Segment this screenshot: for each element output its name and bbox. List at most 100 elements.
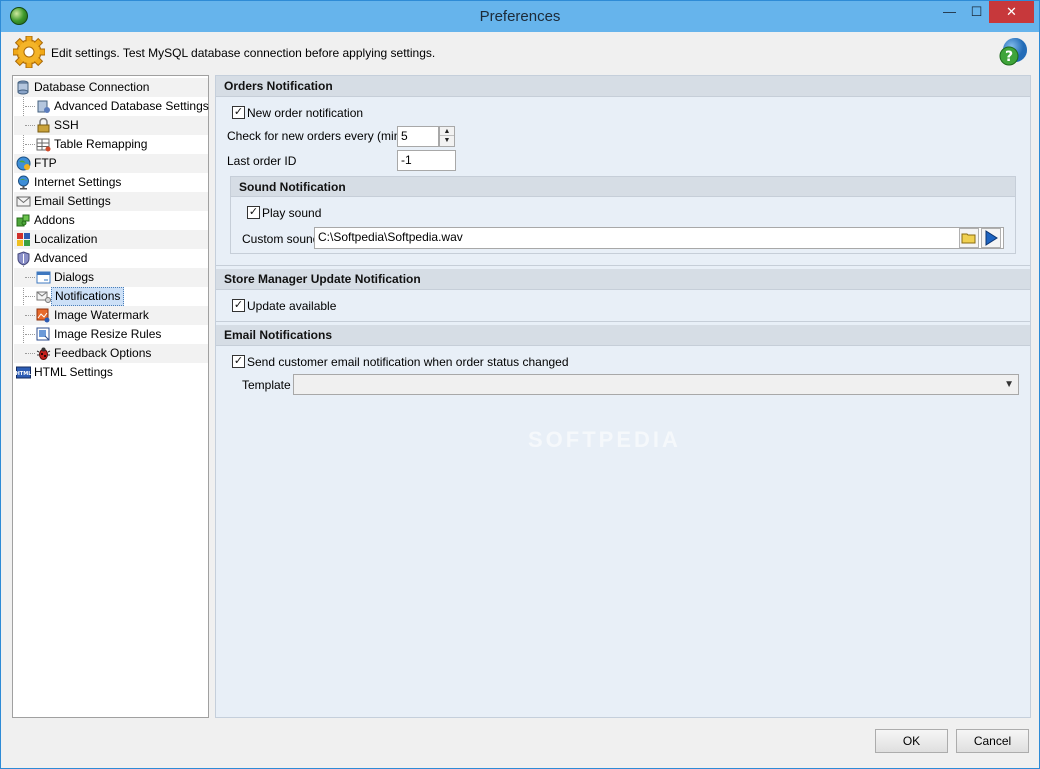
ok-button[interactable]: OK [875,729,948,753]
send-email-label: Send customer email notification when or… [247,355,569,369]
tree-item-label: Email Settings [34,194,111,208]
play-sound-button[interactable] [981,228,1001,248]
tree-item-advanced-database-settings[interactable]: Advanced Database Settings [14,97,209,116]
table-icon [36,137,51,152]
check-every-spinner[interactable]: ▲ ▼ [439,126,455,147]
html-icon: HTML [16,365,32,380]
chevron-down-icon: ▼ [1004,379,1014,390]
lock-icon [36,117,51,133]
tree-item-dialogs[interactable]: Dialogs [14,268,208,287]
puzzle-icon [16,213,31,228]
tree-item-label: Localization [34,232,98,246]
watermark: SOFTPEDIA [528,427,681,452]
help-icon[interactable]: ? [997,36,1029,68]
update-available-label: Update available [247,299,337,313]
sound-notification-header: Sound Notification [231,177,1015,197]
title-bar[interactable]: Preferences — ☐ ✕ [1,1,1039,32]
new-order-checkbox[interactable]: ✓ [232,106,245,119]
tree-connector [25,296,35,297]
minimize-button[interactable]: — [936,1,963,23]
ftp-globe-icon [16,156,31,171]
gear-icon [12,35,46,69]
tree-item-ssh[interactable]: SSH [14,116,208,135]
template-select[interactable]: ▼ [293,374,1019,395]
tree-item-addons[interactable]: Addons [14,211,208,230]
email-notifications-header: Email Notifications [216,325,1030,346]
orders-notification-header: Orders Notification [216,76,1030,97]
svg-text:HTML: HTML [16,371,31,377]
tree-item-label: HTML Settings [34,365,113,379]
tree-item-label: Image Watermark [54,308,149,322]
database-icon [16,80,31,95]
play-sound-checkbox[interactable]: ✓ [247,206,260,219]
notification-icon [36,289,51,304]
tree-item-advanced[interactable]: Advanced [14,249,208,268]
email-notifications-section: ✓ Send customer email notification when … [216,346,1030,401]
template-label: Template [242,378,291,392]
tree-item-label: Dialogs [54,270,95,284]
database-settings-icon [36,99,51,114]
tree-item-label: Internet Settings [34,175,122,189]
new-order-label: New order notification [247,106,364,120]
info-bar: Edit settings. Test MySQL database conne… [2,32,1038,73]
sound-notification-section: Sound Notification ✓ Play sound Custom s… [230,176,1016,254]
send-email-checkbox[interactable]: ✓ [232,355,245,368]
last-order-label: Last order ID [227,154,297,168]
update-notification-section: ✓ Update available [216,290,1030,322]
tree-item-label: FTP [34,156,57,170]
tree-item-internet-settings[interactable]: Internet Settings [14,173,208,192]
cancel-button[interactable]: Cancel [956,729,1029,753]
shield-icon [16,251,31,266]
tree-item-database-connection[interactable]: Database Connection [14,78,208,97]
tree-item-label: Feedback Options [54,346,152,360]
tree-item-label: Notifications [51,287,125,306]
globe-icon [16,175,31,190]
tree-item-label: Advanced Database Settings [54,99,209,113]
custom-sound-input[interactable]: C:\Softpedia\Softpedia.wav [314,227,1004,249]
settings-panel: Orders Notification ✓ New order notifica… [215,75,1031,718]
play-icon [985,230,998,246]
settings-tree[interactable]: Database Connection Advanced Database Se… [12,75,209,718]
tree-item-label: Addons [34,213,75,227]
close-button[interactable]: ✕ [989,1,1034,23]
tree-item-label: Database Connection [34,80,150,94]
tree-item-image-resize-rules[interactable]: Image Resize Rules [14,325,208,344]
maximize-button[interactable]: ☐ [963,1,990,23]
spin-down-icon[interactable]: ▼ [440,136,454,145]
tree-item-email-settings[interactable]: Email Settings [14,192,208,211]
tree-item-label: Image Resize Rules [54,327,162,341]
image-watermark-icon [36,308,51,323]
check-every-input[interactable]: 5 [397,126,439,147]
tree-item-localization[interactable]: Localization [14,230,208,249]
folder-icon [961,233,976,244]
tree-connector [25,125,35,126]
check-every-label: Check for new orders every (min.) [227,129,408,143]
tree-connector [25,315,35,316]
last-order-input[interactable]: -1 [397,150,456,171]
custom-sound-label: Custom sound [242,232,320,246]
tree-item-table-remapping[interactable]: Table Remapping [14,135,208,154]
tree-connector [25,144,35,145]
svg-text:?: ? [1005,49,1013,65]
tree-item-label: Advanced [34,251,88,265]
tree-item-ftp[interactable]: FTP [14,154,208,173]
tree-connector [25,334,35,335]
tree-item-label: SSH [54,118,79,132]
tree-item-notifications[interactable]: Notifications [14,287,208,306]
window-title: Preferences [479,8,561,25]
tree-connector [25,106,35,107]
preferences-window: Preferences — ☐ ✕ Edit settings. Test My… [0,0,1040,769]
update-available-checkbox[interactable]: ✓ [232,299,245,312]
tree-connector [25,353,35,354]
tree-connector [25,277,35,278]
tree-item-image-watermark[interactable]: Image Watermark [14,306,208,325]
update-notification-header: Store Manager Update Notification [216,269,1030,290]
flag-icon [16,232,31,247]
browse-folder-button[interactable] [959,228,979,248]
dialog-icon [36,270,51,285]
tree-item-html-settings[interactable]: HTML HTML Settings [14,363,208,382]
tree-item-feedback-options[interactable]: Feedback Options [14,344,208,363]
tree-item-label: Table Remapping [54,137,148,151]
bug-icon [36,346,51,361]
spin-up-icon[interactable]: ▲ [440,127,454,136]
